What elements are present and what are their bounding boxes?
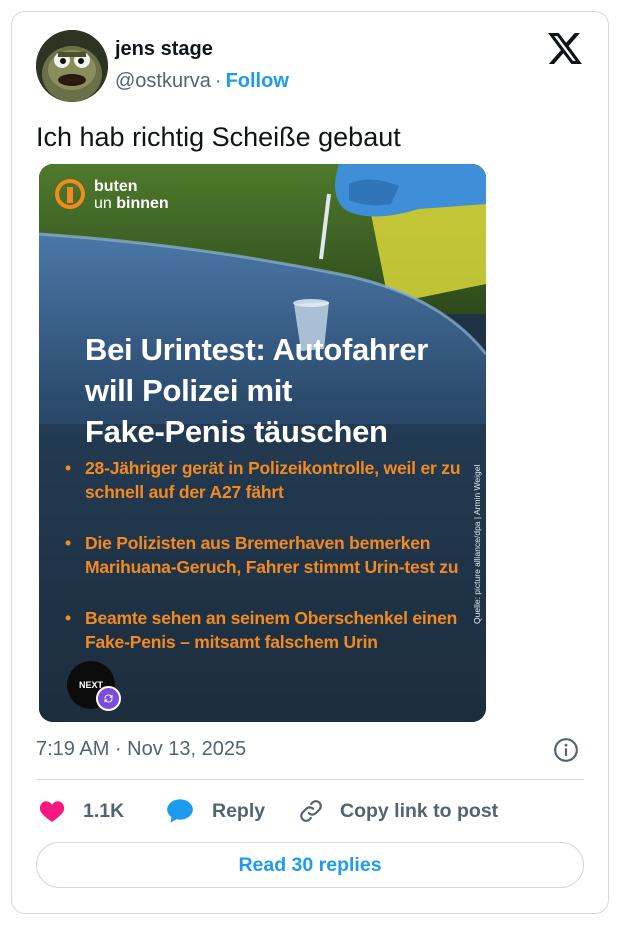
brand-word-un: un [94, 195, 112, 212]
like-count: 1.1K [83, 799, 125, 822]
like-button[interactable]: 1.1K [39, 797, 124, 825]
headline-line: Fake-Penis täuschen [85, 414, 388, 449]
brand-line-1: buten [94, 178, 138, 195]
heart-icon [39, 801, 65, 822]
tweet-timestamp[interactable]: 7:19 AM · Nov 13, 2025 [36, 738, 246, 761]
author-display-name[interactable]: jens stage [115, 38, 213, 61]
image-source-credit: Quelle: picture alliance/dpa | Armin Wei… [472, 464, 482, 624]
info-icon[interactable] [553, 737, 579, 763]
tweet-actions: 1.1K Reply Copy link to post [36, 797, 584, 825]
reply-button[interactable]: Reply [166, 797, 265, 825]
copy-link-button[interactable]: Copy link to post [298, 797, 498, 825]
author-handle[interactable]: @ostkurva [115, 70, 211, 92]
tweet-media-image[interactable]: buten un binnen Bei Urintest: Autofahrer… [39, 164, 486, 722]
bullet-item: Beamte sehen an seinem Oberschenkel eine… [63, 606, 473, 654]
reply-label: Reply [212, 799, 266, 822]
brand-name: buten un binnen [94, 178, 169, 212]
media-headline: Bei Urintest: Autofahrer will Polizei mi… [85, 329, 480, 452]
divider [36, 779, 584, 780]
reply-bubble-icon [167, 799, 193, 823]
sync-icon [96, 686, 121, 711]
separator: · [214, 70, 222, 92]
bullet-item: Die Polizisten aus Bremerhaven bemerken … [63, 531, 473, 579]
copy-link-label: Copy link to post [340, 799, 499, 822]
x-logo-icon[interactable] [548, 33, 582, 64]
headline-line: will Polizei mit [85, 373, 293, 408]
bullet-item: 28-Jähriger gerät in Polizeikontrolle, w… [63, 456, 473, 504]
headline-line: Bei Urintest: Autofahrer [85, 332, 429, 367]
tweet-text: Ich hab richtig Scheiße gebaut [36, 122, 401, 152]
follow-button[interactable]: Follow [226, 70, 289, 92]
read-replies-button[interactable]: Read 30 replies [36, 842, 584, 888]
media-bullet-list: 28-Jähriger gerät in Polizeikontrolle, w… [63, 456, 473, 681]
brand-word-binnen: binnen [116, 195, 169, 212]
link-icon [300, 800, 322, 822]
buten-un-binnen-logo-icon [54, 178, 86, 210]
brand-line-2: un binnen [94, 195, 169, 212]
avatar[interactable] [36, 30, 108, 102]
author-handle-row: @ostkurva · Follow [115, 70, 289, 93]
